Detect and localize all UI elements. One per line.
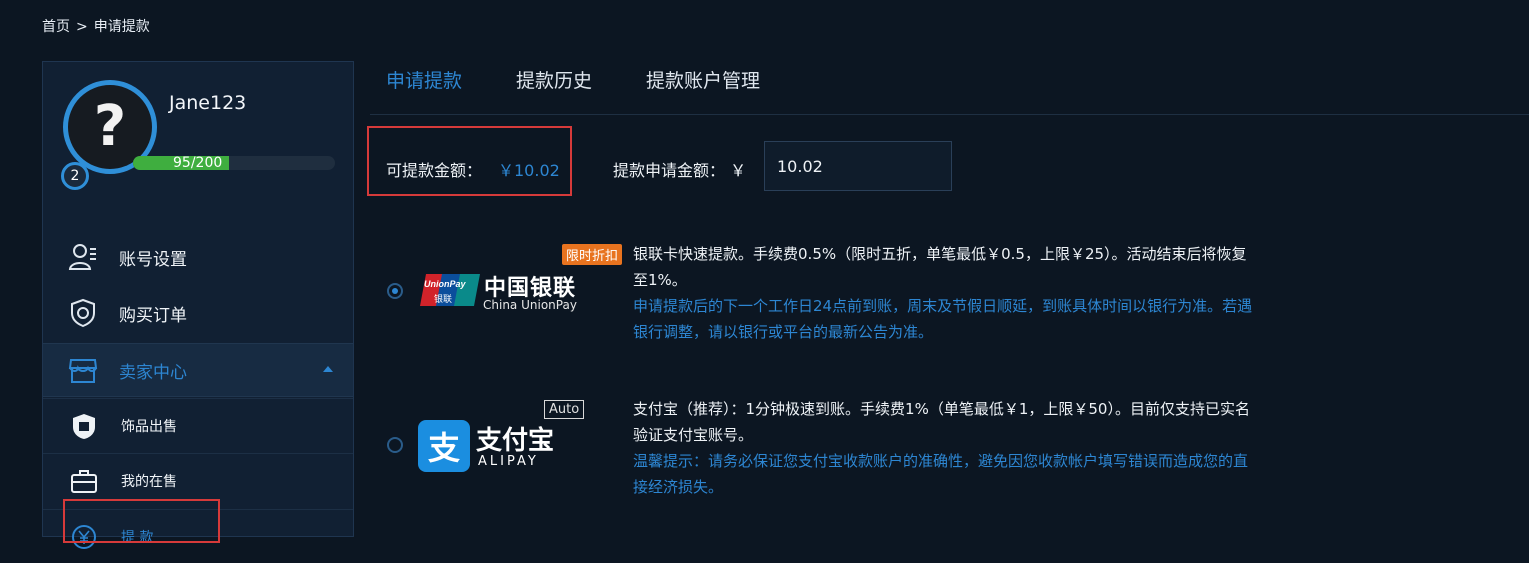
- xp-current: 95: [173, 155, 191, 171]
- tab-divider: [370, 114, 1529, 115]
- unionpay-note: 申请提款后的下一个工作日24点前到账，周末及节假日顺延，到账具体时间以银行为准。…: [633, 297, 1253, 341]
- sidebar: ? 2 Jane123 95/200 账号设置 购买订单 卖家中心 饰品出售 我…: [42, 61, 354, 549]
- sidebar-subitem-label: 我的在售: [121, 473, 177, 490]
- user-settings-icon: [65, 239, 101, 275]
- chevron-up-icon: [323, 366, 333, 372]
- request-amount-input[interactable]: [764, 141, 952, 191]
- alipay-logo-icon[interactable]: 支: [418, 420, 470, 472]
- sidebar-item-label: 购买订单: [119, 305, 187, 326]
- sidebar-item-label: 卖家中心: [119, 362, 187, 383]
- sidebar-item-purchase-orders[interactable]: 购买订单: [43, 286, 353, 340]
- unionpay-logo[interactable]: UnionPay 银联: [418, 270, 482, 314]
- available-amount-value: ￥10.02: [498, 161, 560, 180]
- breadcrumb-separator: >: [76, 19, 88, 35]
- sidebar-subitem-label: 饰品出售: [121, 418, 177, 435]
- tab-bar: 申请提款 提款历史 提款账户管理: [386, 66, 814, 93]
- breadcrumb: 首页 > 申请提款: [42, 16, 156, 36]
- unionpay-logo-badge-bottom: 银联: [434, 295, 453, 305]
- tab-withdraw-account-management[interactable]: 提款账户管理: [646, 66, 760, 93]
- username: Jane123: [169, 92, 247, 114]
- breadcrumb-home[interactable]: 首页: [42, 19, 70, 35]
- available-amount-label: 可提款金额：: [386, 161, 483, 180]
- request-amount-label: 提款申请金额： ￥: [613, 157, 746, 181]
- highlight-box-withdraw-menu: [63, 499, 220, 543]
- avatar-placeholder-glyph: ?: [93, 94, 127, 159]
- radio-alipay[interactable]: [387, 437, 403, 453]
- alipay-logo-en: ALIPAY: [478, 454, 539, 469]
- xp-total: /200: [190, 155, 223, 171]
- sidebar-subitem-item-sale[interactable]: 饰品出售: [43, 398, 353, 452]
- tab-withdraw-history[interactable]: 提款历史: [516, 66, 592, 93]
- tab-apply-withdraw[interactable]: 申请提款: [386, 66, 462, 93]
- sidebar-item-label: 账号设置: [119, 249, 187, 270]
- store-icon: [65, 352, 101, 388]
- xp-text: 95/200: [173, 155, 222, 171]
- unionpay-logo-en: China UnionPay: [483, 298, 577, 312]
- unionpay-logo-badge-top: UnionPay: [424, 279, 466, 289]
- level-badge: 2: [61, 162, 89, 190]
- breadcrumb-current: 申请提款: [93, 19, 150, 35]
- alipay-description: 支付宝（推荐）：1分钟极速到账。手续费1%（单笔最低￥1，上限￥50）。目前仅支…: [633, 400, 1250, 444]
- sell-tag-icon: [69, 411, 99, 441]
- promo-badge: 限时折扣: [562, 244, 623, 265]
- unionpay-description: 银联卡快速提款。手续费0.5%（限时五折，单笔最低￥0.5，上限￥25）。活动结…: [633, 245, 1247, 289]
- alipay-note: 温馨提示：请务必保证您支付宝收款账户的准确性，避免因您收款帐户填写错误而造成您的…: [633, 452, 1249, 496]
- currency-symbol: ￥: [730, 161, 747, 180]
- sidebar-item-account-settings[interactable]: 账号设置: [43, 230, 353, 284]
- sidebar-item-seller-center[interactable]: 卖家中心: [43, 343, 353, 397]
- alipay-logo-glyph: 支: [427, 429, 460, 467]
- auto-badge: Auto: [544, 400, 585, 419]
- radio-unionpay[interactable]: [387, 283, 403, 299]
- xp-progress-bar: [133, 156, 335, 170]
- briefcase-icon: [69, 466, 99, 496]
- shield-order-icon: [65, 295, 101, 331]
- alipay-logo-cn: 支付宝: [476, 426, 555, 456]
- request-amount-label-text: 提款申请金额：: [613, 161, 726, 180]
